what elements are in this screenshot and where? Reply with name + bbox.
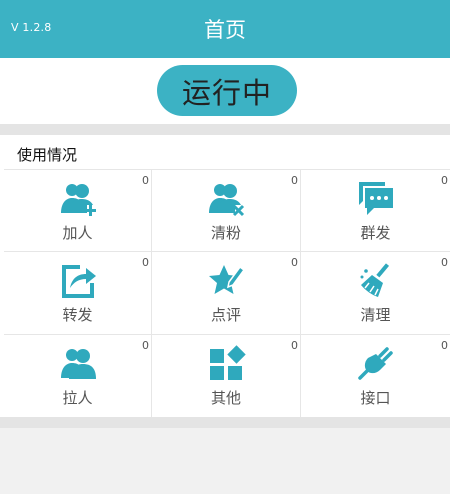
divider [0, 124, 450, 135]
page-title: 首页 [204, 18, 246, 42]
usage-grid: 0 加人 0 清粉 0 群发 0 转发 0 点评 0 清理 0 拉人 0 其他 … [4, 169, 450, 417]
grid-item-pull-users[interactable]: 0 拉人 [4, 335, 152, 417]
grid-item-interface[interactable]: 0 接口 [301, 335, 450, 417]
item-count: 0 [142, 174, 149, 187]
users-icon [60, 349, 96, 379]
grid-item-forward[interactable]: 0 转发 [4, 252, 152, 335]
item-count: 0 [441, 339, 448, 352]
item-label: 点评 [210, 306, 241, 324]
item-label: 接口 [360, 389, 391, 407]
grid-item-add-user[interactable]: 0 加人 [4, 170, 152, 252]
grid-item-other[interactable]: 0 其他 [152, 335, 301, 417]
add-user-icon [60, 184, 96, 216]
usage-section: 使用情况 0 加人 0 清粉 0 群发 0 转发 0 点评 0 清理 0 拉人 … [0, 135, 450, 417]
chat-bubbles-icon [358, 182, 393, 215]
broom-icon [360, 263, 389, 297]
share-icon [61, 265, 96, 298]
status-area: 运行中 [0, 58, 450, 124]
grid-item-broadcast[interactable]: 0 群发 [301, 170, 450, 252]
usage-section-title: 使用情况 [17, 146, 78, 164]
item-label: 加人 [62, 224, 93, 242]
item-count: 0 [142, 339, 149, 352]
grid-item-clear-fans[interactable]: 0 清粉 [152, 170, 301, 252]
item-label: 其他 [210, 389, 241, 407]
plug-icon [357, 347, 393, 380]
star-pencil-icon [209, 265, 246, 294]
item-count: 0 [291, 256, 298, 269]
divider [0, 417, 450, 428]
item-count: 0 [291, 174, 298, 187]
top-bar: V 1.2.8 首页 [0, 0, 450, 58]
item-count: 0 [441, 256, 448, 269]
grid-item-cleanup[interactable]: 0 清理 [301, 252, 450, 335]
item-label: 清粉 [210, 224, 241, 242]
item-label: 拉人 [62, 389, 93, 407]
item-count: 0 [291, 339, 298, 352]
grid-icon [210, 345, 246, 380]
item-count: 0 [142, 256, 149, 269]
item-count: 0 [441, 174, 448, 187]
item-label: 清理 [360, 306, 391, 324]
item-label: 群发 [360, 224, 391, 242]
running-status-button[interactable]: 运行中 [157, 65, 297, 116]
grid-item-review[interactable]: 0 点评 [152, 252, 301, 335]
remove-user-icon [209, 184, 245, 217]
item-label: 转发 [62, 306, 93, 324]
